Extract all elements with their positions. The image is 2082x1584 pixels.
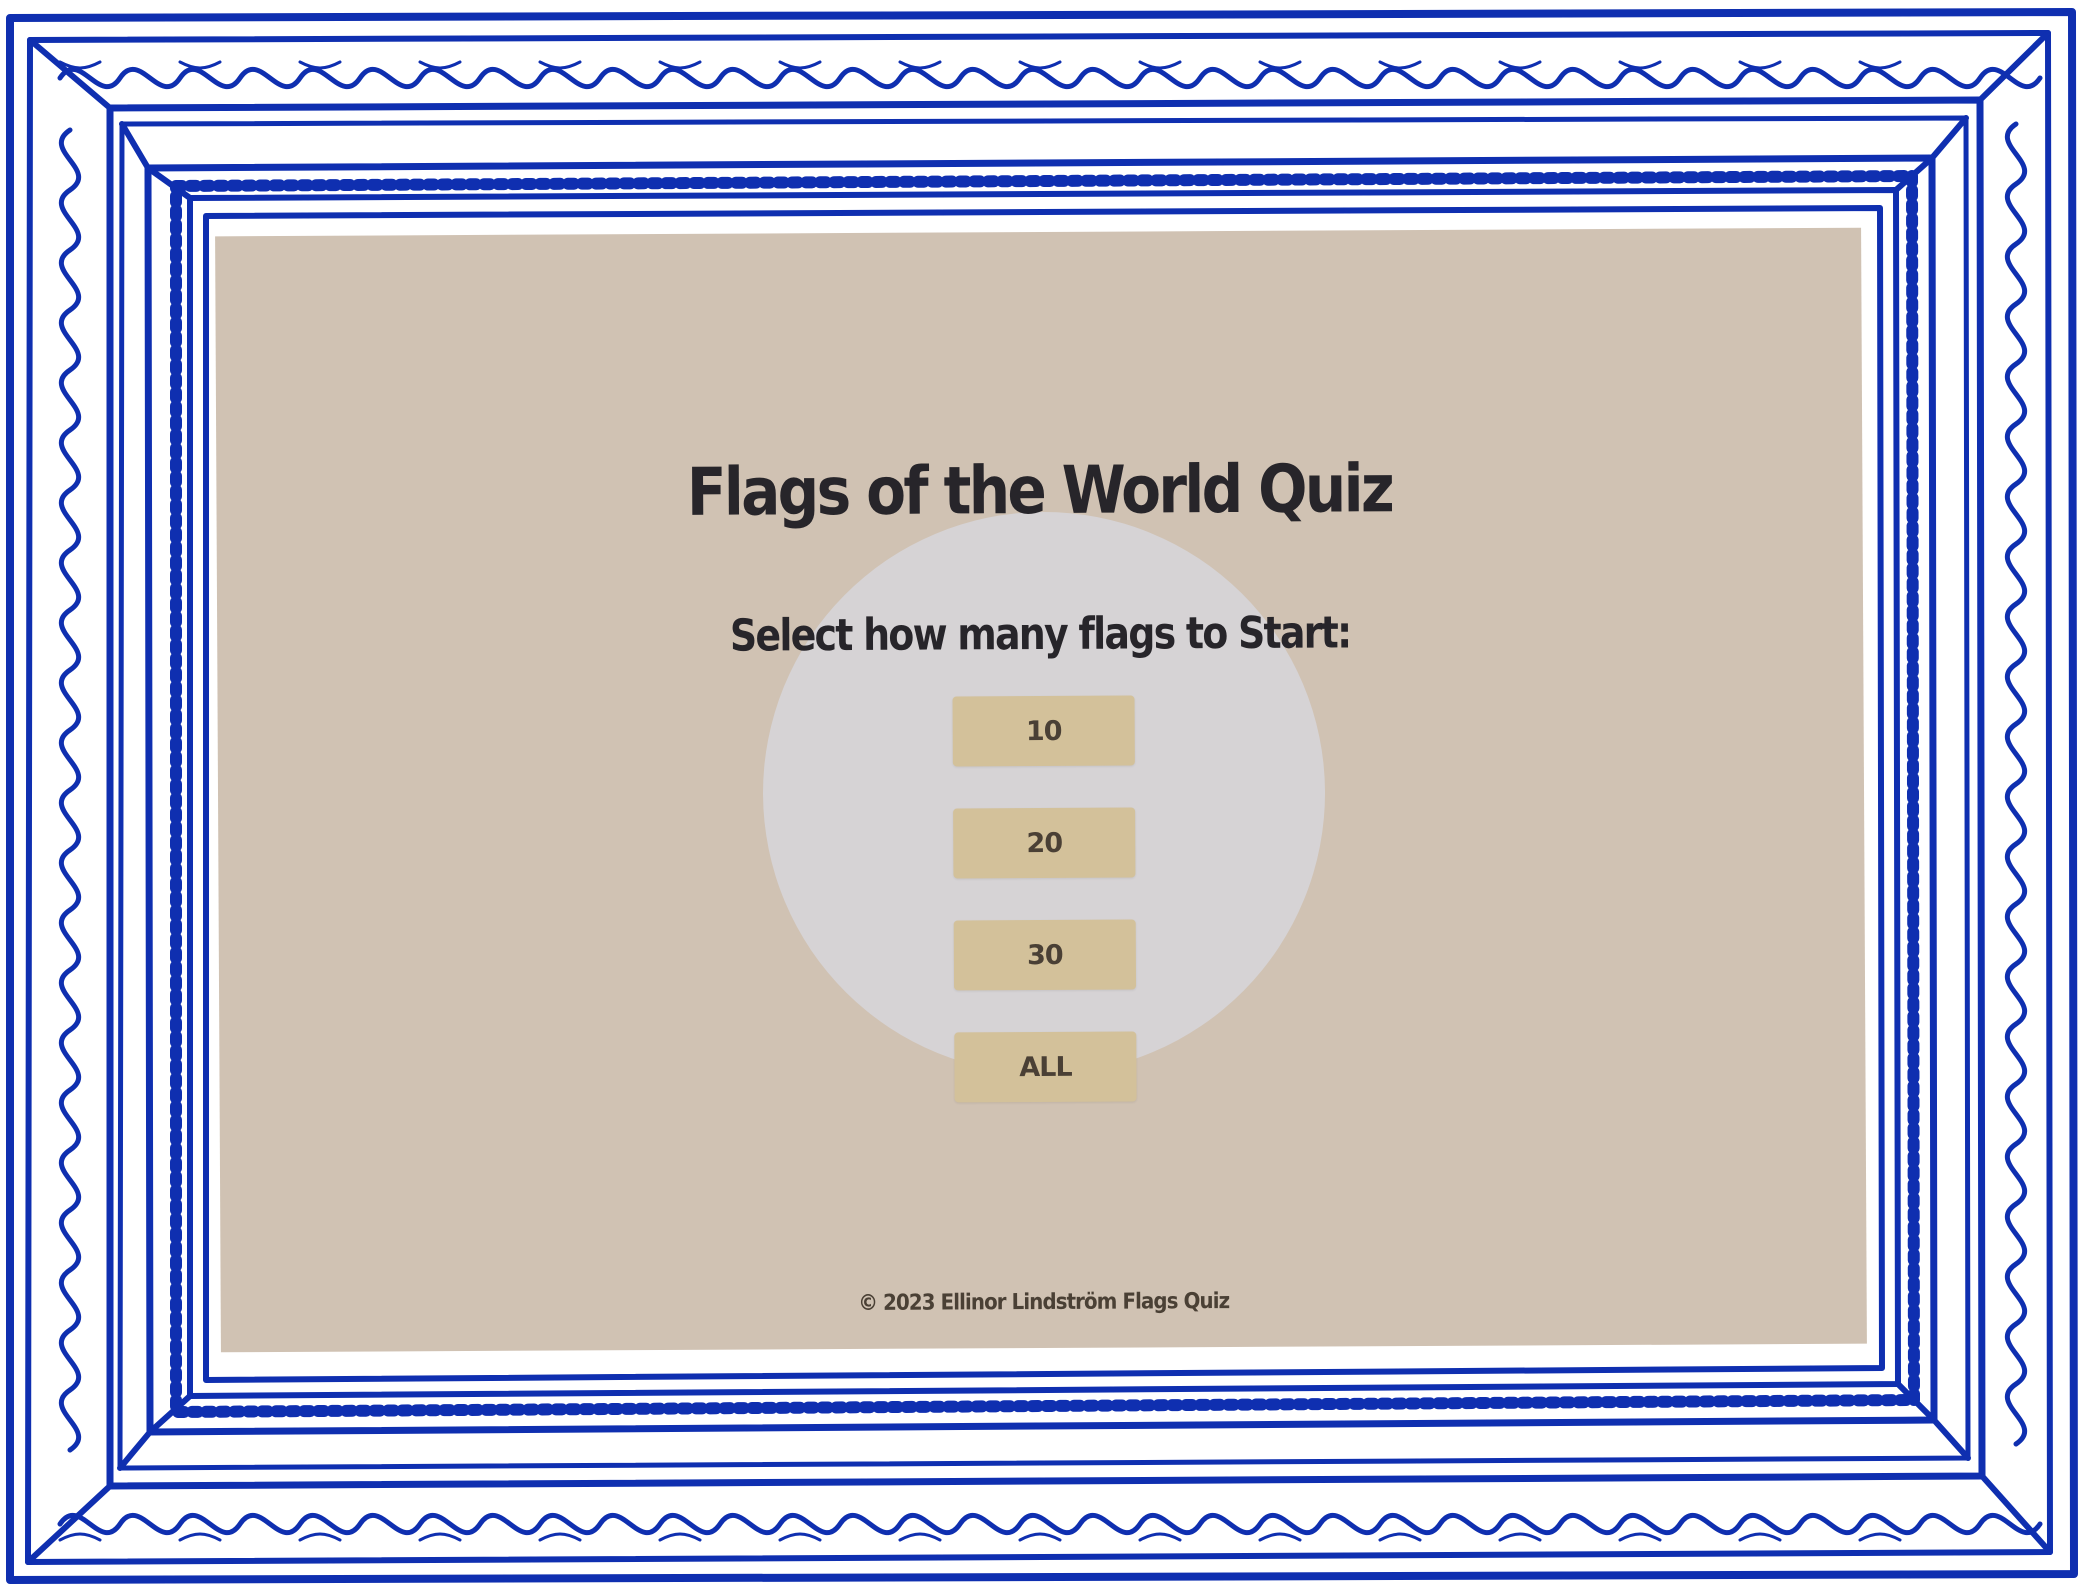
quiz-start-screen: Flags of the World Quiz Select how many … [215,227,1867,1353]
copyright-footer: © 2023 Ellinor Lindström Flags Quiz [858,1289,1230,1316]
flag-count-all-button[interactable]: ALL [954,1031,1137,1103]
flag-count-prompt: Select how many flags to Start: [729,607,1351,662]
background-circle [761,510,1327,1076]
page-title: Flags of the World Quiz [686,450,1393,531]
flag-count-20-button[interactable]: 20 [953,807,1136,879]
flag-count-30-button[interactable]: 30 [953,919,1137,991]
flag-count-10-button[interactable]: 10 [952,695,1135,767]
